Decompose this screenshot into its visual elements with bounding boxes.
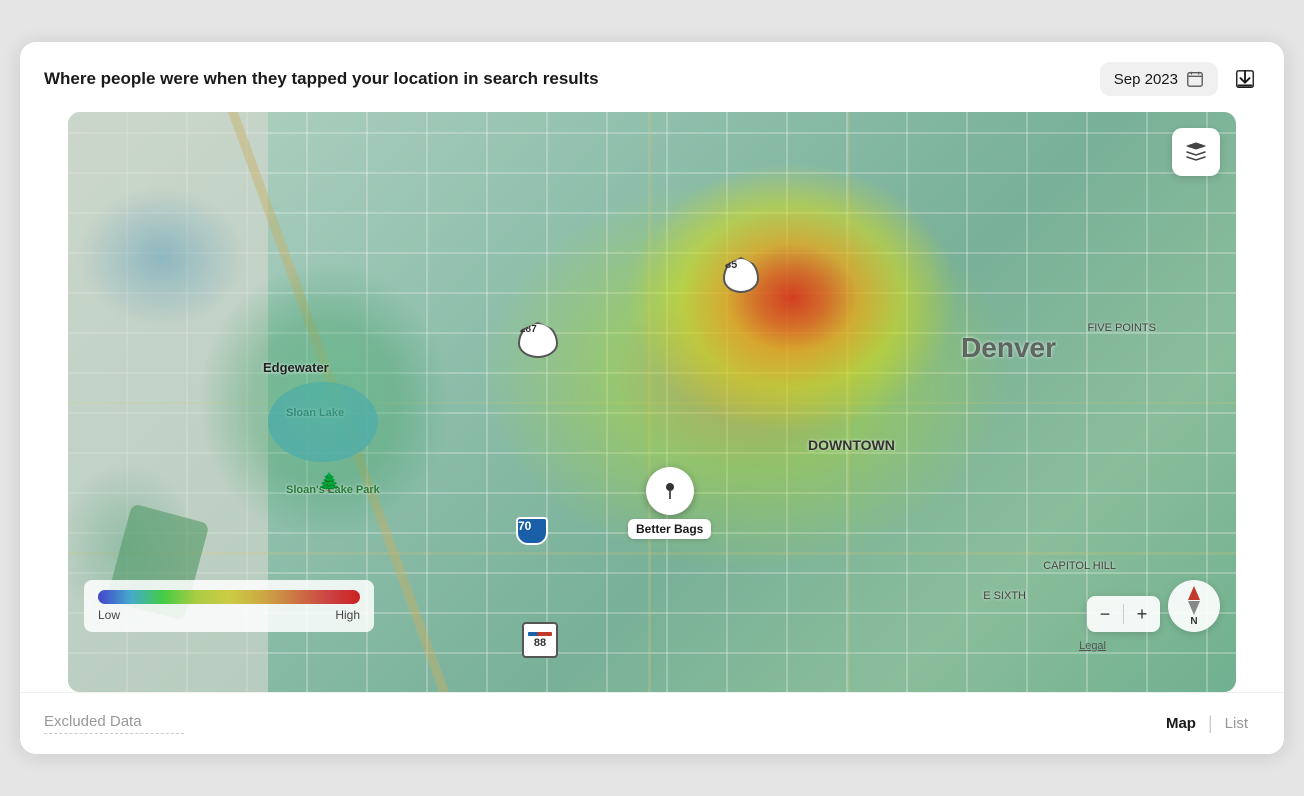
excluded-data-label: Excluded Data [44, 713, 184, 730]
footer: Excluded Data Map | List [20, 692, 1284, 754]
map-container[interactable]: Sloan Lake Denver DOWNTOWN FIVE POINTS C… [68, 112, 1236, 692]
legend-high-label: High [335, 608, 360, 622]
pin-circle [646, 467, 694, 515]
legend-low-label: Low [98, 608, 120, 622]
pin-dot [666, 483, 674, 491]
shield-state-88: 88 [522, 622, 558, 658]
compass-n-label: N [1190, 616, 1197, 627]
calendar-icon [1186, 70, 1204, 88]
excluded-data-section: Excluded Data [44, 713, 184, 734]
page-title: Where people were when they tapped your … [44, 69, 599, 89]
map-view-button[interactable]: Map [1154, 709, 1208, 738]
view-toggle-section: Map | List [1154, 709, 1260, 738]
shield-us-85: 85 [723, 257, 759, 293]
zoom-controls: − + [1087, 596, 1160, 632]
tree-icon: 🌲 [318, 472, 340, 493]
pin-stem [669, 491, 671, 499]
compass-north-arrow [1188, 586, 1200, 600]
layers-icon [1184, 140, 1208, 164]
header-controls: Sep 2023 [1100, 62, 1260, 96]
heat-legend: Low High [84, 580, 374, 632]
excluded-data-underline [44, 733, 184, 734]
better-bags-label: Better Bags [628, 519, 711, 539]
date-picker-button[interactable]: Sep 2023 [1100, 62, 1218, 96]
date-label: Sep 2023 [1114, 71, 1178, 88]
download-button[interactable] [1230, 64, 1260, 94]
main-card: Where people were when they tapped your … [20, 42, 1284, 754]
shield-us-287: 287 [518, 322, 558, 358]
shield-i-70-shape: 70 [516, 517, 548, 545]
view-toggle: Map | List [1154, 709, 1260, 738]
compass-inner: N [1188, 586, 1200, 627]
location-pin: Better Bags [628, 467, 711, 539]
zoom-in-button[interactable]: + [1124, 596, 1160, 632]
legend-gradient-bar [98, 590, 360, 604]
shield-state-88-shape: 88 [522, 622, 558, 658]
map-wrapper: Sloan Lake Denver DOWNTOWN FIVE POINTS C… [20, 112, 1284, 692]
shield-us-85-shape: 85 [723, 257, 759, 293]
compass-south-arrow [1188, 601, 1200, 615]
legal-link[interactable]: Legal [1079, 640, 1106, 652]
map-layers-button[interactable] [1172, 128, 1220, 176]
legend-labels: Low High [98, 608, 360, 622]
compass: N [1168, 580, 1220, 632]
shield-i-70: 70 [516, 517, 548, 545]
flag-bar [528, 632, 552, 636]
download-icon [1234, 68, 1256, 90]
zoom-out-button[interactable]: − [1087, 596, 1123, 632]
header: Where people were when they tapped your … [20, 42, 1284, 112]
list-view-button[interactable]: List [1213, 709, 1260, 738]
shield-us-287-shape: 287 [518, 322, 558, 358]
